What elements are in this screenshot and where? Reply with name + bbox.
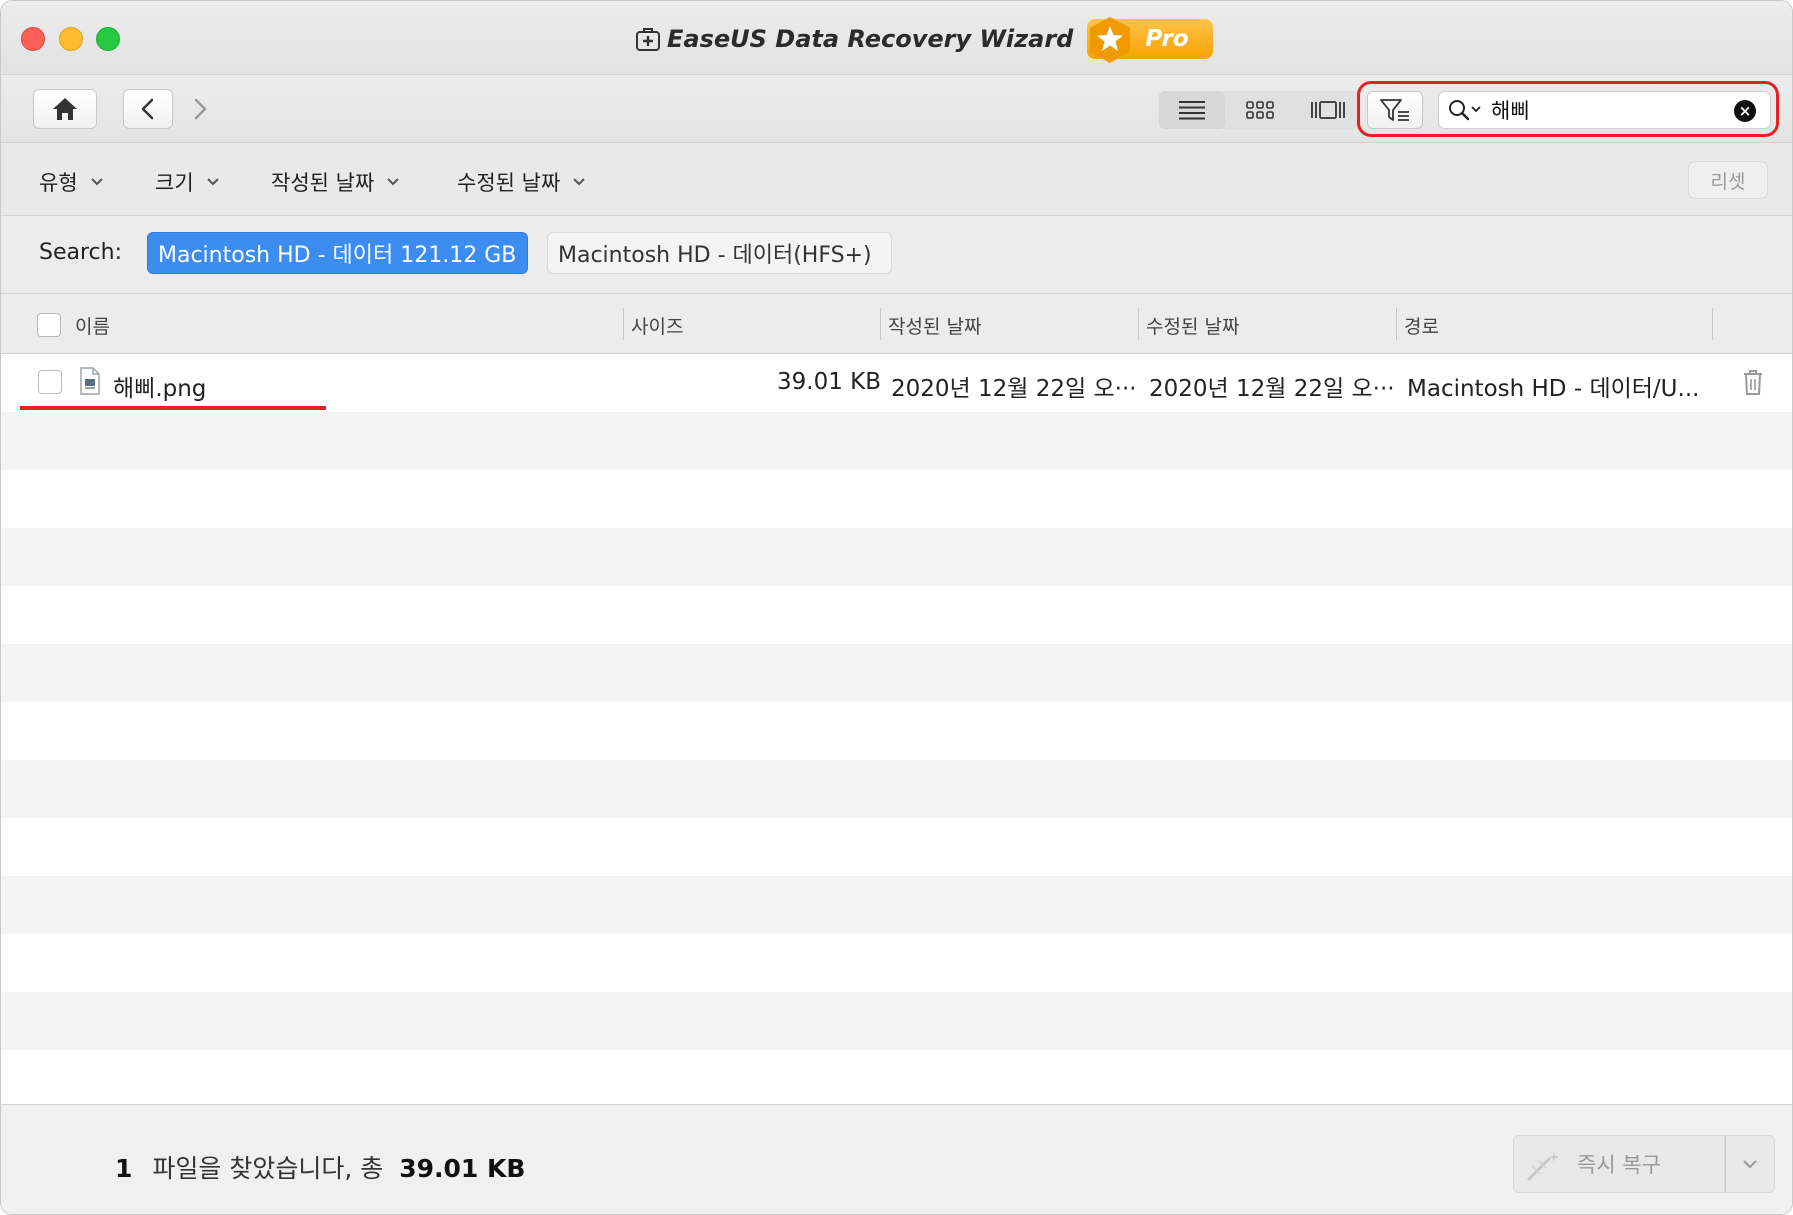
column-divider[interactable] <box>1396 308 1397 340</box>
modified-date-filter-label: 수정된 날짜 <box>457 171 561 195</box>
minimize-window-button[interactable] <box>59 27 83 51</box>
list-view-button[interactable] <box>1159 91 1225 129</box>
title-bar: EaseUS Data Recovery Wizard Pro <box>1 1 1792 75</box>
grid-view-button[interactable] <box>1227 91 1293 129</box>
empty-row <box>1 586 1792 644</box>
column-header-name[interactable]: 이름 <box>75 312 110 339</box>
recover-now-label: 즉시 복구 <box>1577 1153 1661 1177</box>
home-button[interactable] <box>33 89 97 129</box>
magic-wand-icon <box>1526 1152 1559 1182</box>
chevron-down-icon <box>90 178 103 186</box>
image-file-icon <box>80 367 100 395</box>
table-header: 이름 사이즈 작성된 날짜 수정된 날짜 경로 <box>1 294 1792 354</box>
empty-row <box>1 528 1792 586</box>
file-name: 해삐.png <box>113 376 207 402</box>
empty-row <box>1 702 1792 760</box>
forward-button[interactable] <box>175 89 225 129</box>
file-modified-date: 2020년 12월 22일 오··· <box>1149 376 1395 402</box>
search-scope-bar: Search: Macintosh HD - 데이터 121.12 GB Mac… <box>1 216 1792 294</box>
grid-view-icon <box>1246 101 1274 119</box>
recover-now-button[interactable]: 즉시 복구 <box>1513 1135 1725 1193</box>
empty-row <box>1 412 1792 470</box>
table-row[interactable]: 해삐.png 39.01 KB 2020년 12월 22일 오··· 2020년… <box>1 354 1792 412</box>
file-created-date: 2020년 12월 22일 오··· <box>891 376 1137 402</box>
preview-view-icon <box>1311 101 1345 119</box>
preview-view-button[interactable] <box>1295 91 1361 129</box>
filter-bar: 유형 크기 작성된 날짜 수정된 날짜 리셋 <box>1 143 1792 216</box>
chevron-right-icon <box>194 98 207 120</box>
empty-row <box>1 1050 1792 1108</box>
pro-badge-label: Pro <box>1145 26 1189 52</box>
result-summary: 1 파일을 찾았습니다, 총 39.01 KB <box>115 1149 525 1185</box>
column-header-created[interactable]: 작성된 날짜 <box>888 312 981 339</box>
empty-row <box>1 644 1792 702</box>
recover-options-dropdown[interactable] <box>1725 1135 1775 1193</box>
empty-row <box>1 760 1792 818</box>
chevron-down-icon <box>1743 1160 1757 1169</box>
column-divider[interactable] <box>623 308 624 340</box>
modified-date-filter-dropdown[interactable]: 수정된 날짜 <box>457 167 586 197</box>
chevron-down-icon <box>387 178 399 186</box>
type-filter-dropdown[interactable]: 유형 <box>39 167 104 197</box>
app-logo-icon <box>636 28 660 51</box>
column-divider[interactable] <box>1712 308 1713 340</box>
back-button[interactable] <box>123 89 173 129</box>
empty-row <box>1 876 1792 934</box>
zoom-window-button[interactable] <box>96 27 120 51</box>
column-header-modified[interactable]: 수정된 날짜 <box>1146 312 1239 339</box>
chevron-down-icon <box>573 178 585 186</box>
window-title: EaseUS Data Recovery Wizard <box>667 25 1074 53</box>
pro-badge: Pro <box>1087 17 1213 63</box>
star-icon <box>1090 17 1131 63</box>
empty-row <box>1 934 1792 992</box>
result-total-size: 39.01 KB <box>399 1154 526 1183</box>
chevron-left-icon <box>141 98 154 120</box>
scope-tab-hfs[interactable]: Macintosh HD - 데이터(HFS+) <box>547 232 892 274</box>
view-mode-switcher <box>1159 91 1361 129</box>
status-footer: 1 파일을 찾았습니다, 총 39.01 KB 즉시 복구 <box>1 1104 1792 1214</box>
column-divider[interactable] <box>1138 308 1139 340</box>
result-count: 1 <box>115 1154 133 1183</box>
empty-row <box>1 470 1792 528</box>
scope-tab-active[interactable]: Macintosh HD - 데이터 121.12 GB <box>147 232 528 274</box>
file-path: Macintosh HD - 데이터/U... <box>1407 376 1700 402</box>
file-list: 해삐.png 39.01 KB 2020년 12월 22일 오··· 2020년… <box>1 354 1792 1104</box>
created-date-filter-dropdown[interactable]: 작성된 날짜 <box>271 167 400 197</box>
reset-button[interactable]: 리셋 <box>1688 161 1768 199</box>
file-name-underline-annotation <box>20 406 326 410</box>
type-filter-label: 유형 <box>39 171 78 195</box>
column-header-path[interactable]: 경로 <box>1404 312 1439 339</box>
empty-row <box>1 818 1792 876</box>
search-scope-label: Search: <box>39 240 122 265</box>
chevron-down-icon <box>206 178 219 186</box>
home-icon <box>53 98 77 120</box>
window-title-group: EaseUS Data Recovery Wizard Pro <box>635 17 1213 63</box>
row-checkbox[interactable] <box>38 370 62 394</box>
column-header-size[interactable]: 사이즈 <box>631 312 683 339</box>
file-size: 39.01 KB <box>777 369 882 395</box>
size-filter-label: 크기 <box>155 171 194 195</box>
app-window: EaseUS Data Recovery Wizard Pro 해삐 × 유형 … <box>0 0 1793 1215</box>
result-text: 파일을 찾았습니다, 총 <box>152 1154 384 1183</box>
search-highlight-annotation <box>1357 81 1779 137</box>
created-date-filter-label: 작성된 날짜 <box>271 171 375 195</box>
empty-row <box>1 992 1792 1050</box>
size-filter-dropdown[interactable]: 크기 <box>155 167 220 197</box>
column-divider[interactable] <box>880 308 881 340</box>
close-window-button[interactable] <box>21 27 45 51</box>
list-view-icon <box>1179 101 1205 120</box>
trash-icon[interactable] <box>1741 368 1765 396</box>
select-all-checkbox[interactable] <box>37 313 61 337</box>
